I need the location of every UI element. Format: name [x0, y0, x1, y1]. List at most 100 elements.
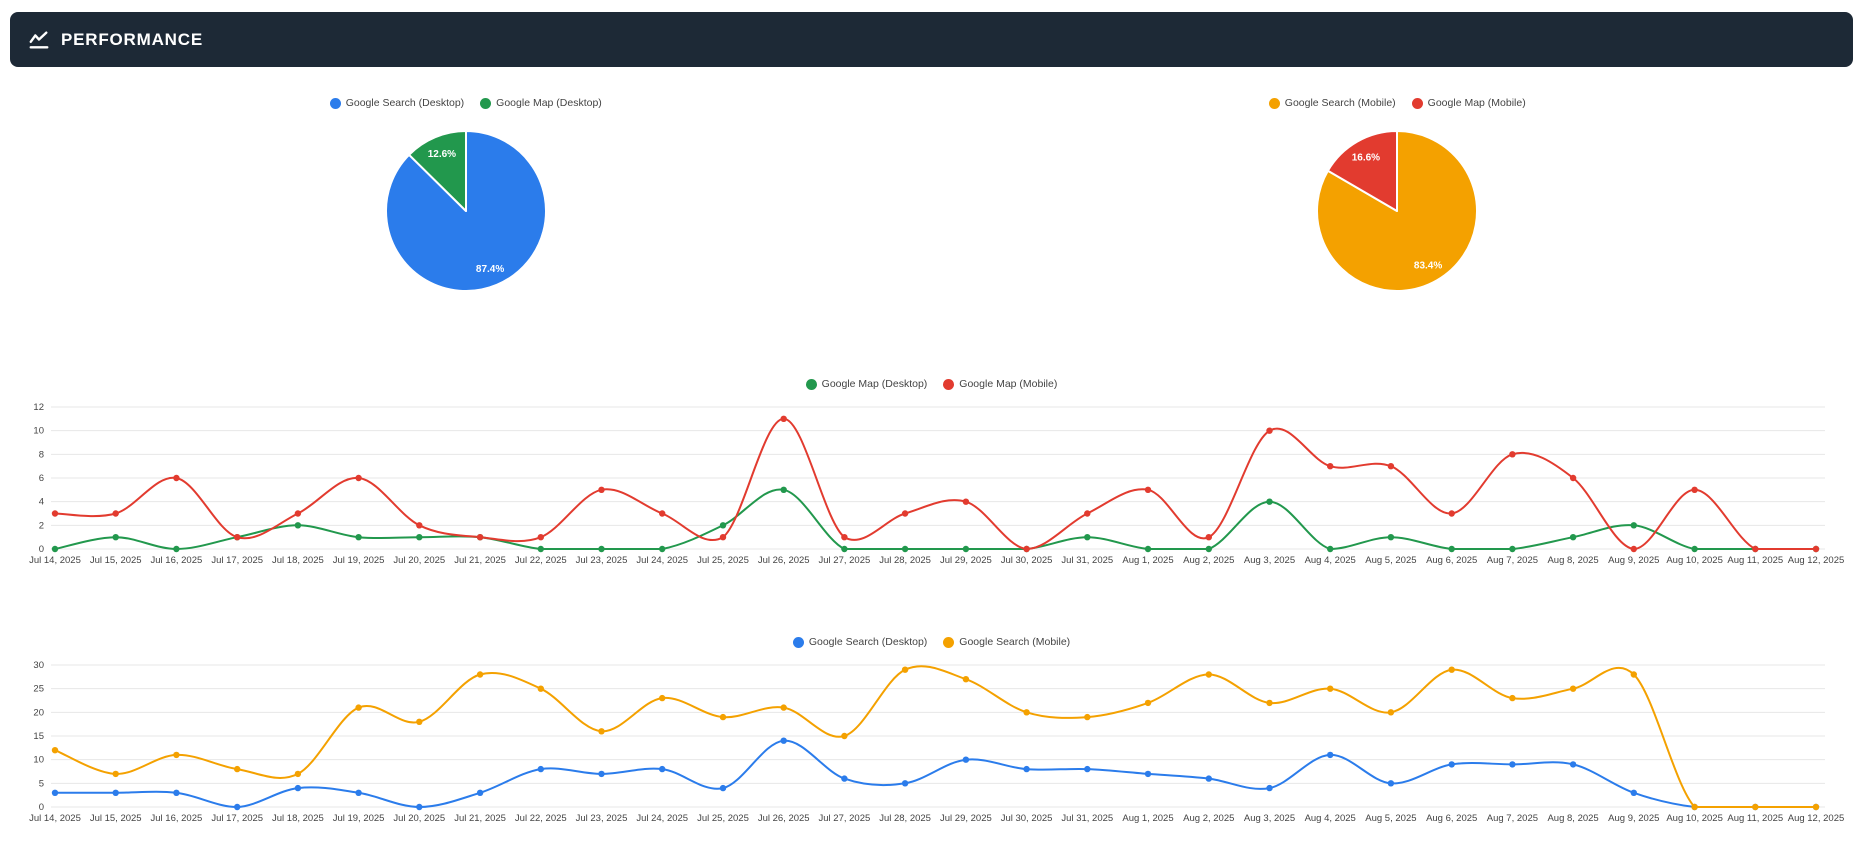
- data-point[interactable]: [1266, 700, 1272, 706]
- data-point[interactable]: [1327, 752, 1333, 758]
- data-point[interactable]: [963, 546, 969, 552]
- data-point[interactable]: [1813, 546, 1819, 552]
- line-chart-google-map-canvas[interactable]: 024681012Jul 14, 2025Jul 15, 2025Jul 16,…: [10, 397, 1853, 569]
- data-point[interactable]: [841, 534, 847, 540]
- data-point[interactable]: [173, 790, 179, 796]
- data-point[interactable]: [1084, 534, 1090, 540]
- data-point[interactable]: [295, 771, 301, 777]
- data-point[interactable]: [1023, 766, 1029, 772]
- data-point[interactable]: [781, 704, 787, 710]
- data-point[interactable]: [1327, 686, 1333, 692]
- data-point[interactable]: [1570, 534, 1576, 540]
- data-point[interactable]: [173, 546, 179, 552]
- pie-chart-desktop-canvas[interactable]: 87.4%12.6%: [381, 126, 551, 296]
- data-point[interactable]: [1206, 534, 1212, 540]
- data-point[interactable]: [1691, 487, 1697, 493]
- data-point[interactable]: [1631, 546, 1637, 552]
- data-point[interactable]: [1388, 780, 1394, 786]
- data-point[interactable]: [416, 719, 422, 725]
- data-point[interactable]: [1813, 804, 1819, 810]
- line-chart-google-search-canvas[interactable]: 051015202530Jul 14, 2025Jul 15, 2025Jul …: [10, 655, 1853, 827]
- data-point[interactable]: [598, 546, 604, 552]
- data-point[interactable]: [355, 475, 361, 481]
- data-point[interactable]: [659, 546, 665, 552]
- data-point[interactable]: [841, 546, 847, 552]
- data-point[interactable]: [1509, 451, 1515, 457]
- data-point[interactable]: [902, 667, 908, 673]
- data-point[interactable]: [902, 510, 908, 516]
- data-point[interactable]: [1449, 667, 1455, 673]
- data-point[interactable]: [1570, 761, 1576, 767]
- data-point[interactable]: [1388, 463, 1394, 469]
- data-point[interactable]: [1691, 804, 1697, 810]
- data-point[interactable]: [781, 738, 787, 744]
- data-point[interactable]: [1145, 487, 1151, 493]
- data-point[interactable]: [1388, 709, 1394, 715]
- data-point[interactable]: [1206, 546, 1212, 552]
- data-point[interactable]: [52, 790, 58, 796]
- data-point[interactable]: [902, 546, 908, 552]
- data-point[interactable]: [598, 728, 604, 734]
- data-point[interactable]: [1631, 671, 1637, 677]
- data-point[interactable]: [173, 752, 179, 758]
- data-point[interactable]: [234, 534, 240, 540]
- data-point[interactable]: [1509, 761, 1515, 767]
- data-point[interactable]: [52, 546, 58, 552]
- data-point[interactable]: [1570, 686, 1576, 692]
- data-point[interactable]: [1206, 671, 1212, 677]
- data-point[interactable]: [1145, 546, 1151, 552]
- data-point[interactable]: [52, 510, 58, 516]
- data-point[interactable]: [1449, 546, 1455, 552]
- data-point[interactable]: [720, 534, 726, 540]
- data-point[interactable]: [173, 475, 179, 481]
- data-point[interactable]: [781, 487, 787, 493]
- data-point[interactable]: [113, 771, 119, 777]
- data-point[interactable]: [1752, 546, 1758, 552]
- data-point[interactable]: [1206, 775, 1212, 781]
- data-point[interactable]: [902, 780, 908, 786]
- data-point[interactable]: [1266, 499, 1272, 505]
- pie-chart-mobile-canvas[interactable]: 83.4%16.6%: [1312, 126, 1482, 296]
- data-point[interactable]: [477, 671, 483, 677]
- data-point[interactable]: [1266, 428, 1272, 434]
- data-point[interactable]: [416, 804, 422, 810]
- data-point[interactable]: [841, 733, 847, 739]
- data-point[interactable]: [1084, 510, 1090, 516]
- data-point[interactable]: [538, 534, 544, 540]
- data-point[interactable]: [659, 695, 665, 701]
- data-point[interactable]: [416, 534, 422, 540]
- data-point[interactable]: [1023, 546, 1029, 552]
- data-point[interactable]: [113, 510, 119, 516]
- series-line[interactable]: [55, 666, 1816, 807]
- data-point[interactable]: [781, 416, 787, 422]
- data-point[interactable]: [234, 804, 240, 810]
- data-point[interactable]: [598, 771, 604, 777]
- data-point[interactable]: [538, 766, 544, 772]
- data-point[interactable]: [355, 790, 361, 796]
- data-point[interactable]: [234, 766, 240, 772]
- data-point[interactable]: [1084, 766, 1090, 772]
- data-point[interactable]: [720, 522, 726, 528]
- data-point[interactable]: [841, 775, 847, 781]
- data-point[interactable]: [1388, 534, 1394, 540]
- data-point[interactable]: [113, 534, 119, 540]
- data-point[interactable]: [295, 522, 301, 528]
- data-point[interactable]: [1509, 546, 1515, 552]
- data-point[interactable]: [52, 747, 58, 753]
- data-point[interactable]: [1509, 695, 1515, 701]
- data-point[interactable]: [416, 522, 422, 528]
- data-point[interactable]: [1145, 700, 1151, 706]
- data-point[interactable]: [720, 714, 726, 720]
- data-point[interactable]: [538, 546, 544, 552]
- data-point[interactable]: [1145, 771, 1151, 777]
- data-point[interactable]: [1327, 463, 1333, 469]
- data-point[interactable]: [1691, 546, 1697, 552]
- data-point[interactable]: [963, 676, 969, 682]
- series-line[interactable]: [55, 741, 1816, 807]
- data-point[interactable]: [1631, 790, 1637, 796]
- data-point[interactable]: [477, 790, 483, 796]
- data-point[interactable]: [1752, 804, 1758, 810]
- data-point[interactable]: [720, 785, 726, 791]
- data-point[interactable]: [1449, 510, 1455, 516]
- data-point[interactable]: [1327, 546, 1333, 552]
